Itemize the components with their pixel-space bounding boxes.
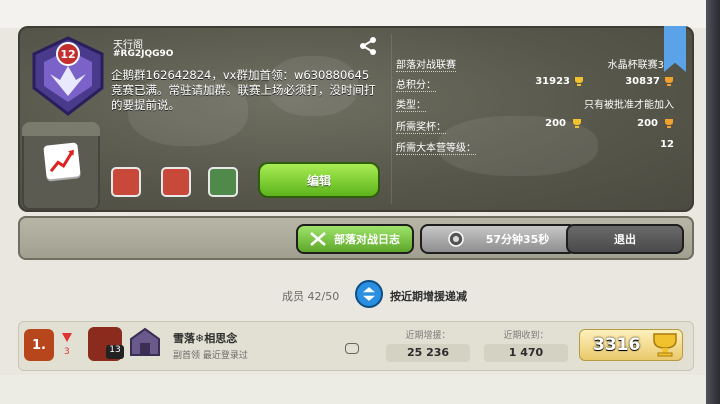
- required-th-label: 所需大本营等级：: [396, 139, 476, 155]
- clan-level: 12: [60, 48, 75, 61]
- donated-label: 近期增援：: [405, 331, 451, 341]
- war-timer-label: 57分钟35秒: [485, 233, 550, 246]
- required-th-row: 所需大本营等级： 12: [396, 139, 688, 155]
- war-log-button[interactable]: 部落对战日志: [296, 224, 414, 254]
- total-points-label: 总积分：: [396, 76, 436, 92]
- war-frequency-icon[interactable]: [111, 167, 141, 197]
- versus-trophy-icon: [665, 119, 673, 128]
- clan-tag: #RG2JQG9O: [113, 49, 174, 59]
- trophy-box: 3316: [579, 329, 683, 361]
- edit-button[interactable]: 编辑: [258, 162, 380, 198]
- required-trophies-row: 所需奖杯： 200 200: [396, 118, 688, 134]
- share-icon[interactable]: [358, 36, 378, 56]
- sort-toggle-icon[interactable]: [355, 280, 383, 308]
- received-label: 近期收到：: [503, 331, 549, 341]
- war-wins-icon[interactable]: [161, 167, 191, 197]
- required-trophies-b: 200: [637, 118, 658, 129]
- versus-trophy-icon: [665, 77, 673, 86]
- war-timer-button[interactable]: 57分钟35秒: [420, 224, 577, 254]
- trophy-icon: [653, 333, 677, 357]
- war-log-label: 部落对战日志: [334, 233, 400, 246]
- trend-chart-icon[interactable]: [43, 142, 81, 180]
- trophy-count: 3316: [593, 335, 641, 355]
- war-league-value: 水晶杯联赛3: [607, 60, 664, 71]
- right-edge-bar: [706, 0, 720, 404]
- received-box: 近期收到： 1 470: [484, 328, 568, 364]
- war-league-label: 部落对战联赛: [396, 56, 456, 72]
- rank-change: 3: [64, 347, 70, 357]
- required-th-value: 12: [660, 139, 674, 150]
- clan-location-icon[interactable]: [208, 167, 238, 197]
- war-status-icon: [447, 231, 464, 247]
- type-label: 类型：: [396, 96, 426, 112]
- received-value: 1 470: [484, 344, 568, 362]
- type-value: 只有被批准才能加入: [584, 100, 674, 111]
- trophy-icon: [575, 77, 583, 86]
- crossed-swords-icon: [310, 232, 326, 246]
- bottom-strip: [0, 375, 706, 404]
- tab-header: [22, 122, 100, 136]
- donated-box: 近期增援： 25 236: [386, 328, 470, 364]
- member-name: 雪落❄相思念: [173, 332, 238, 345]
- required-trophies-a: 200: [545, 118, 566, 129]
- type-row: 类型： 只有被批准才能加入: [396, 96, 688, 112]
- member-role: 副首领 最近登录过: [173, 351, 248, 361]
- member-row[interactable]: 1. 3 13 雪落❄相思念 副首领 最近登录过 近期增援： 25 236 近期…: [18, 321, 694, 371]
- chat-icon: [345, 343, 359, 354]
- trophy-icon: [573, 119, 581, 128]
- required-trophies-label: 所需奖杯：: [396, 118, 446, 134]
- leave-button[interactable]: 退出: [566, 224, 684, 254]
- member-rank: 1.: [24, 329, 54, 361]
- sort-label: 按近期增援递减: [390, 290, 467, 303]
- clan-action-bar: 部落对战日志 57分钟35秒 退出: [18, 216, 694, 260]
- total-points-a: 31923: [535, 76, 570, 87]
- town-hall-icon: [130, 327, 160, 356]
- top-strip: [0, 0, 720, 28]
- war-league-row: 部落对战联赛 水晶杯联赛3: [396, 56, 688, 72]
- donated-value: 25 236: [386, 344, 470, 362]
- total-points-b: 30837: [625, 76, 660, 87]
- members-count: 成员 42/50: [282, 290, 340, 303]
- clan-info-panel: 12 天行阁 #RG2JQG9O 企鹅群162642824，vx群加首领：w63…: [18, 26, 694, 212]
- rank-down-arrow-icon: [62, 333, 72, 342]
- panel-divider: [391, 34, 392, 204]
- clan-description: 企鹅群162642824，vx群加首领：w630880645 竞赛已满。常驻请加…: [111, 68, 376, 112]
- total-points-row: 总积分： 31923 30837: [396, 76, 688, 92]
- town-hall-level: 13: [106, 345, 124, 359]
- clan-badge-icon: 12: [32, 36, 104, 116]
